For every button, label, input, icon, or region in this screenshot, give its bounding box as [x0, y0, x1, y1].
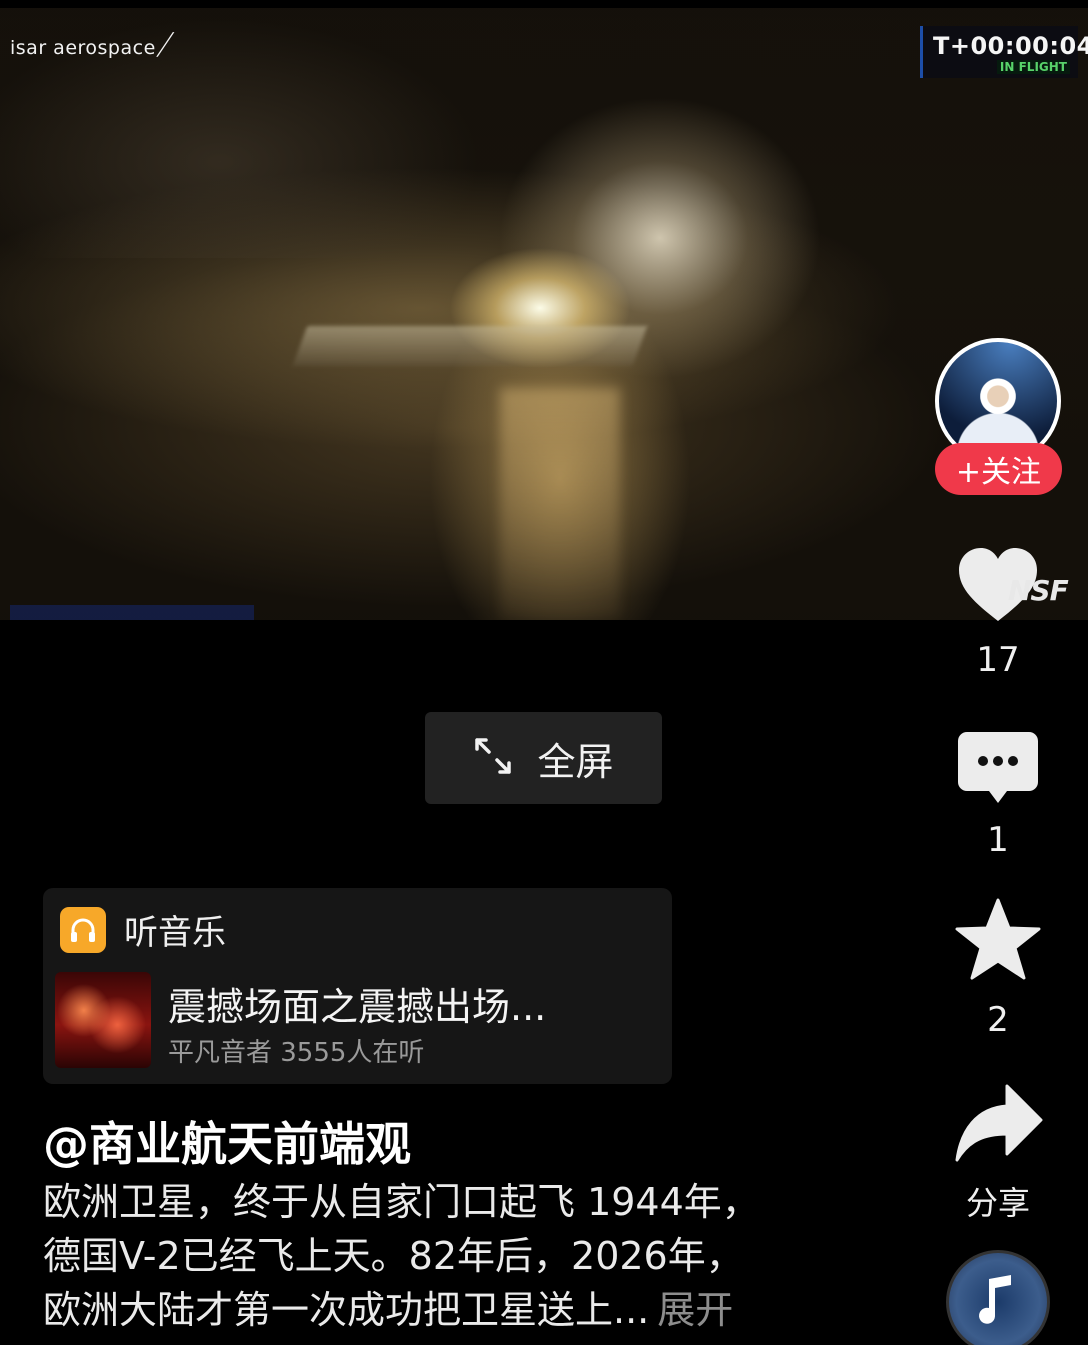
comment-icon	[958, 732, 1038, 803]
video-reflection	[500, 388, 620, 618]
song-title: 震撼场面之震撼出场...	[168, 985, 547, 1029]
music-header: 听音乐	[60, 905, 226, 954]
isar-aerospace-logo: isar aerospace /	[10, 27, 177, 62]
video-description: 欧洲卫星，终于从自家门口起飞 1944年， 德国V-2已经飞上天。82年后，20…	[43, 1175, 843, 1337]
favorite-button[interactable]	[955, 898, 1041, 982]
fullscreen-button[interactable]: 全屏	[425, 712, 662, 804]
song-meta: 平凡音者 3555人在听	[168, 1038, 425, 1068]
comment-button[interactable]	[957, 730, 1039, 806]
timer-status: IN FLIGHT	[996, 60, 1070, 74]
video-launch-site	[292, 326, 648, 366]
favorite-count: 2	[987, 1000, 1009, 1040]
share-button[interactable]	[955, 1082, 1043, 1162]
expand-icon	[473, 736, 513, 780]
description-line-text: 欧洲大陆才第一次成功把卫星送上...	[43, 1288, 650, 1332]
share-label: 分享	[965, 1184, 1030, 1222]
brand-text: isar aerospace	[10, 37, 156, 59]
comment-count: 1	[987, 820, 1009, 860]
video-lower-bar	[10, 605, 254, 620]
headphones-icon	[60, 906, 106, 953]
music-disc[interactable]	[946, 1250, 1050, 1345]
album-cover	[55, 972, 151, 1068]
timer-value: T+00:00:04	[933, 32, 1088, 60]
description-line: 欧洲大陆才第一次成功把卫星送上... 展开	[43, 1283, 843, 1337]
follow-button[interactable]: +关注	[935, 443, 1062, 495]
music-header-label: 听音乐	[124, 913, 226, 953]
launch-timer: T+00:00:04 IN FLIGHT	[920, 26, 1088, 78]
description-line: 欧洲卫星，终于从自家门口起飞 1944年，	[43, 1180, 760, 1224]
share-icon	[955, 1084, 1043, 1162]
music-note-icon	[979, 1275, 1011, 1324]
music-card[interactable]: 听音乐 震撼场面之震撼出场... 平凡音者 3555人在听	[43, 888, 672, 1084]
like-count: 17	[976, 640, 1020, 680]
video-player[interactable]: isar aerospace / T+00:00:04 IN FLIGHT	[0, 8, 1088, 620]
star-icon	[955, 898, 1041, 980]
author-name[interactable]: @商业航天前端观	[43, 1108, 411, 1174]
description-line: 德国V-2已经飞上天。82年后，2026年，	[43, 1234, 744, 1278]
nsf-watermark: NSF	[1008, 574, 1069, 607]
fullscreen-label: 全屏	[537, 739, 614, 784]
expand-link[interactable]: 展开	[657, 1288, 733, 1332]
